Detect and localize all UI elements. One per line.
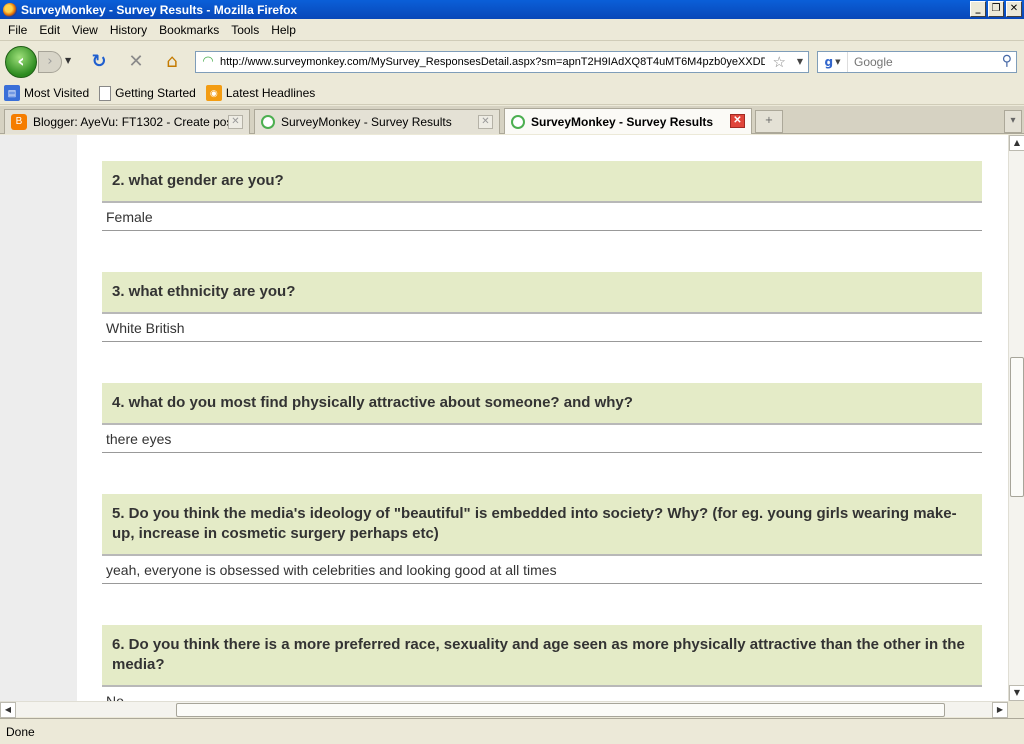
search-icon[interactable]: ⚲ [1002,53,1012,69]
bookmark-star-icon[interactable]: ☆ [773,53,786,71]
rss-feed-icon: ◉ [205,85,222,101]
surveymonkey-icon [511,114,525,129]
answer-text: yeah, everyone is obsessed with celebrit… [102,556,982,584]
tab-list-button[interactable]: ▾ [1004,110,1022,133]
left-gutter [0,135,77,701]
tab-label: SurveyMonkey - Survey Results [281,115,452,129]
horizontal-scrollbar[interactable]: ◀ ▶ [0,701,1008,718]
close-tab-icon[interactable]: ✕ [228,115,243,129]
back-button[interactable]: ‹ [5,46,37,78]
home-icon[interactable]: ⌂ [162,52,182,72]
bookmark-label: Getting Started [115,86,196,100]
vertical-scrollbar[interactable]: ▲ ▼ [1008,135,1024,701]
new-tab-button[interactable]: + [755,110,783,133]
menu-bookmarks[interactable]: Bookmarks [153,23,225,37]
close-tab-icon[interactable]: ✕ [730,114,745,128]
close-tab-icon[interactable]: ✕ [478,115,493,129]
horizontal-scroll-thumb[interactable] [176,703,945,717]
tab-blogger[interactable]: B Blogger: AyeVu: FT1302 - Create post ✕ [4,109,250,134]
bookmark-label: Latest Headlines [225,86,316,100]
page-icon [99,85,112,101]
question-block: 2. what gender are you? Female [102,161,982,231]
bookmark-most-visited[interactable]: ▤ Most Visited [4,85,89,101]
forward-button[interactable]: › [38,51,62,73]
tab-label: SurveyMonkey - Survey Results [531,114,714,129]
window-title-bar: SurveyMonkey - Survey Results - Mozilla … [0,0,1024,19]
scroll-left-icon[interactable]: ◀ [0,702,16,718]
url-text[interactable]: http://www.surveymonkey.com/MySurvey_Res… [220,56,765,68]
menu-tools[interactable]: Tools [225,23,265,37]
answer-text: No [102,687,982,701]
survey-response-content: 2. what gender are you? Female 3. what e… [77,135,1008,701]
search-bar: g▼ ⚲ [817,51,1017,73]
google-icon: g [824,55,834,69]
blogger-icon: B [11,114,27,130]
status-text: Done [6,724,35,739]
question-block: 3. what ethnicity are you? White British [102,272,982,342]
question-heading: 5. Do you think the media's ideology of … [102,494,982,556]
window-controls: _ ❐ ✕ [970,1,1022,17]
tab-label: Blogger: AyeVu: FT1302 - Create post [33,115,236,129]
url-bar[interactable]: ◠ http://www.surveymonkey.com/MySurvey_R… [195,51,809,73]
question-block: 6. Do you think there is a more preferre… [102,625,982,701]
navigation-toolbar: ‹ › ▼ ↻ ✕ ⌂ ◠ http://www.surveymonkey.co… [0,42,1024,82]
firefox-icon [3,2,17,17]
reload-icon[interactable]: ↻ [89,52,109,72]
question-heading: 2. what gender are you? [102,161,982,203]
question-heading: 4. what do you most find physically attr… [102,383,982,425]
bookmarks-toolbar: ▤ Most Visited Getting Started ◉ Latest … [0,82,1024,105]
most-visited-icon: ▤ [4,85,20,101]
search-engine-selector[interactable]: g ▼ [818,52,848,72]
answer-text: there eyes [102,425,982,453]
status-bar: Done [0,718,1024,744]
tab-strip: B Blogger: AyeVu: FT1302 - Create post ✕… [0,106,1024,134]
bookmark-getting-started[interactable]: Getting Started [99,85,196,101]
answer-text: White British [102,314,982,342]
menu-history[interactable]: History [104,23,153,37]
question-block: 4. what do you most find physically attr… [102,383,982,453]
tab-surveymonkey-1[interactable]: SurveyMonkey - Survey Results ✕ [254,109,500,134]
scroll-right-icon[interactable]: ▶ [992,702,1008,718]
answer-text: Female [102,203,982,231]
menu-bar: File Edit View History Bookmarks Tools H… [0,19,1024,41]
bookmark-latest-headlines[interactable]: ◉ Latest Headlines [205,85,316,101]
search-input[interactable] [854,55,989,69]
menu-view[interactable]: View [66,23,104,37]
restore-button[interactable]: ❐ [988,1,1004,17]
history-dropdown-icon[interactable]: ▼ [65,56,71,65]
scrollbar-corner [1008,701,1024,717]
menu-edit[interactable]: Edit [33,23,66,37]
site-favicon-icon: ◠ [202,54,214,69]
scroll-down-icon[interactable]: ▼ [1009,685,1024,701]
menu-help[interactable]: Help [265,23,302,37]
page-viewport: 2. what gender are you? Female 3. what e… [0,135,1008,701]
tab-surveymonkey-active[interactable]: SurveyMonkey - Survey Results ✕ [504,108,752,134]
scroll-up-icon[interactable]: ▲ [1009,135,1024,151]
stop-icon[interactable]: ✕ [126,52,146,72]
close-button[interactable]: ✕ [1006,1,1022,17]
window-title: SurveyMonkey - Survey Results - Mozilla … [21,2,298,17]
url-dropdown-icon[interactable]: ▼ [797,57,803,66]
bookmark-label: Most Visited [24,86,90,100]
question-block: 5. Do you think the media's ideology of … [102,494,982,584]
surveymonkey-icon [261,115,275,129]
question-heading: 3. what ethnicity are you? [102,272,982,314]
question-heading: 6. Do you think there is a more preferre… [102,625,982,687]
vertical-scroll-thumb[interactable] [1010,357,1024,497]
chevron-down-icon: ▼ [835,58,841,66]
menu-file[interactable]: File [2,23,33,37]
minimize-button[interactable]: _ [970,1,986,17]
